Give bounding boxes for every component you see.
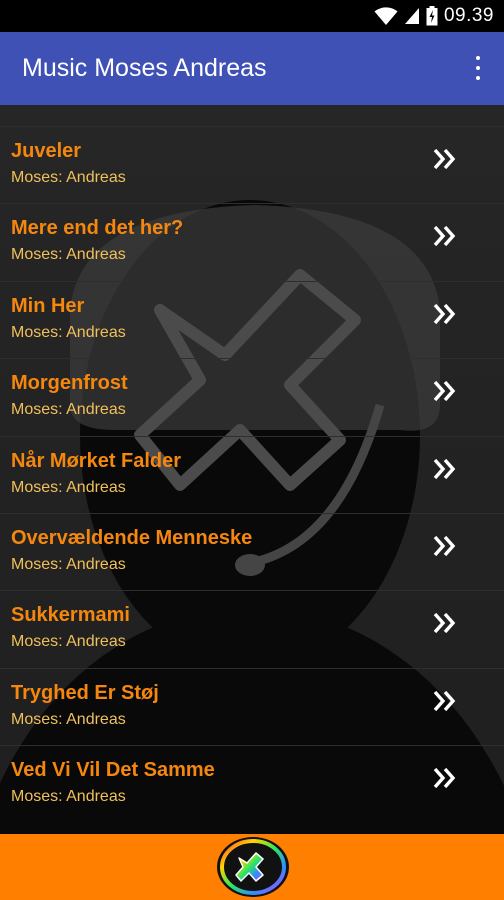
double-chevron-right-icon[interactable] [432, 146, 458, 172]
status-time: 09.39 [443, 5, 494, 26]
song-artist: Moses: Andreas [11, 169, 126, 186]
song-title: Mere end det her? [11, 217, 184, 240]
song-title: Juveler [11, 140, 82, 162]
battery-icon [426, 6, 438, 26]
more-vert-icon[interactable] [474, 56, 482, 80]
double-chevron-right-icon[interactable] [432, 765, 458, 791]
song-title: Tryghed Er Støj [11, 681, 159, 704]
song-title: Når Mørket Falder [11, 449, 182, 472]
list-item[interactable]: Juveler Moses: Andreas [0, 126, 504, 203]
song-artist: Moses: Andreas [11, 633, 126, 651]
double-chevron-right-icon[interactable] [432, 456, 458, 482]
song-list: Juveler Moses: Andreas Mere end det her?… [0, 126, 504, 823]
list-item[interactable]: Morgenfrost Moses: Andreas [0, 358, 504, 435]
double-chevron-right-icon[interactable] [432, 610, 458, 636]
app-title: Music Moses Andreas [22, 54, 267, 82]
list-item[interactable]: Når Mørket Falder Moses: Andreas [0, 435, 504, 513]
status-bar: 09.39 [0, 0, 504, 32]
song-artist: Moses: Andreas [11, 555, 126, 573]
song-artist: Moses: Andreas [11, 710, 126, 728]
list-item[interactable]: Overvældende Menneske Moses: Andreas [0, 512, 504, 590]
song-artist: Moses: Andreas [11, 401, 126, 419]
double-chevron-right-icon[interactable] [432, 533, 458, 559]
double-chevron-right-icon[interactable] [432, 378, 458, 404]
song-title: Min Her [11, 294, 85, 317]
song-list-area[interactable]: Juveler Moses: Andreas Mere end det her?… [0, 105, 504, 834]
list-item[interactable]: Min Her Moses: Andreas [0, 280, 504, 358]
double-chevron-right-icon[interactable] [432, 301, 458, 327]
song-title: Overvældende Menneske [11, 526, 253, 549]
song-artist: Moses: Andreas [11, 788, 126, 806]
song-title: Ved Vi Vil Det Samme [11, 759, 215, 782]
signal-icon [404, 8, 419, 24]
double-chevron-right-icon[interactable] [432, 223, 458, 249]
app-logo-icon[interactable] [216, 836, 290, 898]
wifi-icon [374, 7, 398, 25]
list-item[interactable]: Ved Vi Vil Det Samme Moses: Andreas [0, 745, 504, 822]
bottom-bar [0, 834, 504, 900]
list-item[interactable]: Tryghed Er Støj Moses: Andreas [0, 667, 504, 745]
song-artist: Moses: Andreas [11, 478, 126, 496]
list-item[interactable]: Mere end det her? Moses: Andreas [0, 203, 504, 280]
song-artist: Moses: Andreas [11, 246, 126, 264]
song-artist: Moses: Andreas [11, 323, 126, 341]
song-title: Morgenfrost [11, 372, 128, 395]
double-chevron-right-icon[interactable] [432, 688, 458, 714]
list-item[interactable]: Sukkermami Moses: Andreas [0, 590, 504, 667]
app-bar: Music Moses Andreas [0, 32, 504, 105]
song-title: Sukkermami [11, 604, 130, 627]
